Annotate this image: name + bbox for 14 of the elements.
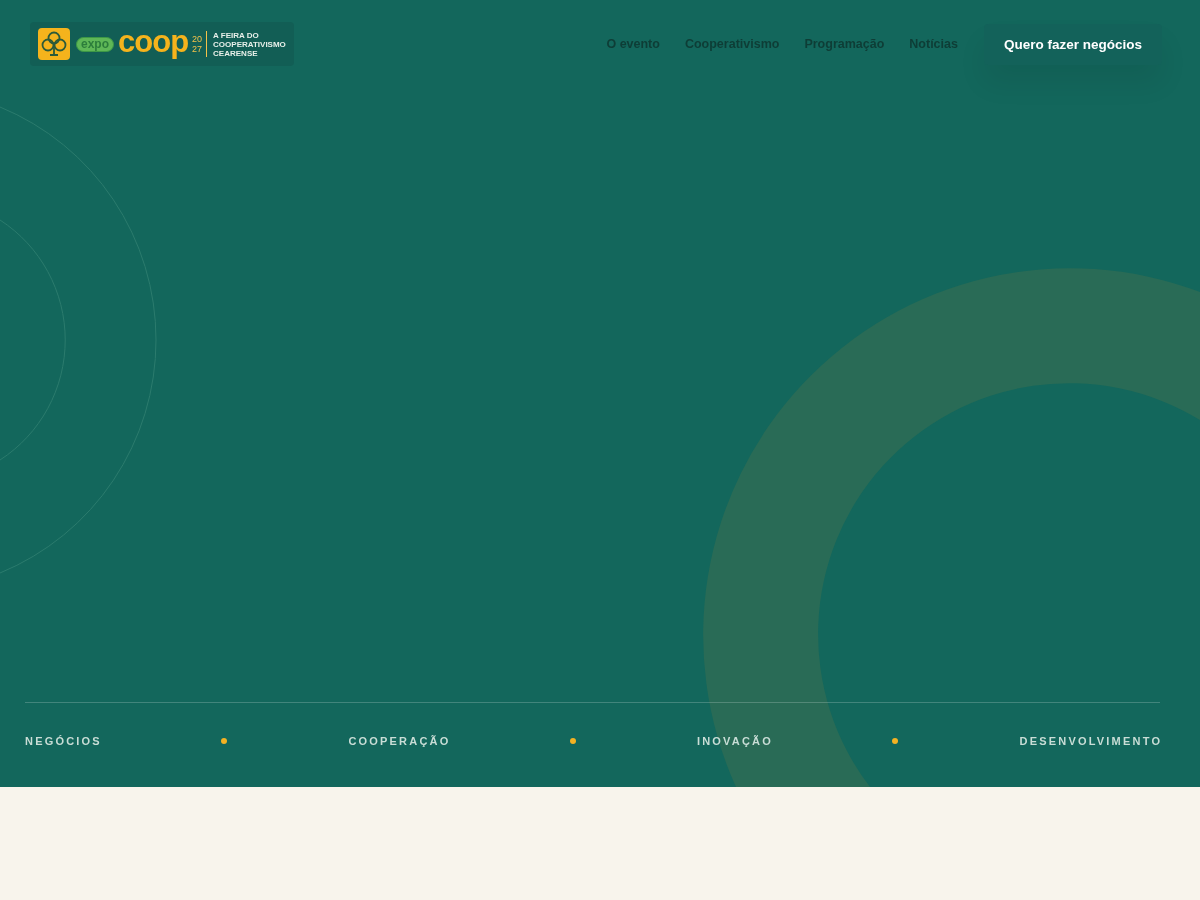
pillar-label: COOPERAÇÃO [348, 734, 451, 748]
logo-wordmark: coop [118, 27, 189, 57]
pillar-label: DESENVOLVIMENTO [1019, 734, 1163, 748]
logo-tagline: A FEIRA DO COOPERATIVISMO CEARENSE [213, 30, 286, 58]
dot-icon [569, 738, 576, 744]
dot-icon [221, 738, 228, 744]
pillar-label: INOVAÇÃO [696, 734, 774, 748]
logo-year: 27 [192, 44, 203, 54]
logo-year: 20 [192, 34, 203, 44]
pillar-label: NEGÓCIOS [25, 734, 102, 748]
logo-tag: expo [76, 36, 114, 52]
tree-icon [38, 28, 70, 60]
cta-button[interactable]: Quero fazer negócios [983, 23, 1162, 65]
dot-icon [892, 738, 899, 744]
